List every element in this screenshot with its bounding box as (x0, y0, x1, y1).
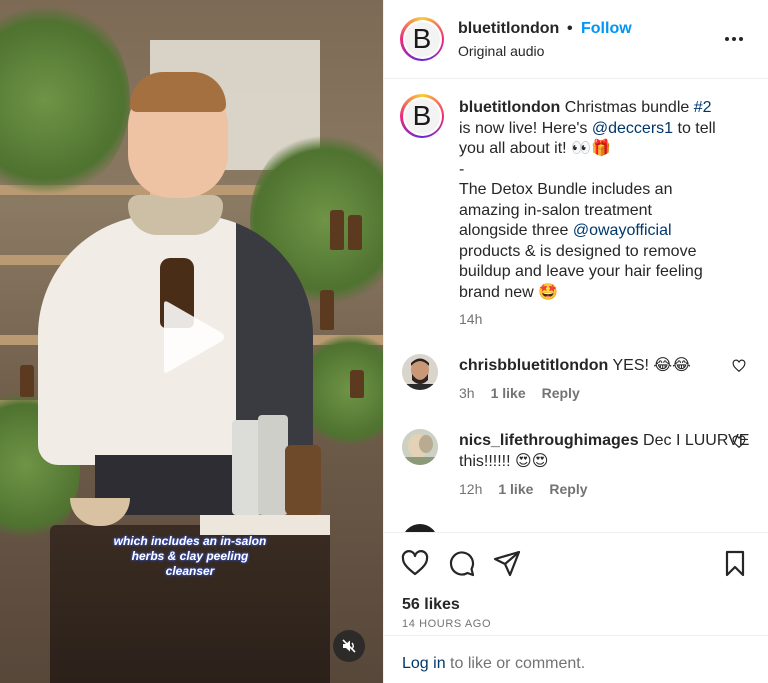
caption-line: herbs & clay peeling (131, 549, 249, 563)
mention-link[interactable]: @deccers1 (592, 120, 673, 137)
caption-line: The Detox Bundle includes an (459, 181, 673, 198)
caption-username[interactable]: bluetitlondon (459, 99, 560, 116)
video-bottle (20, 365, 34, 397)
video-product-tube (258, 415, 288, 515)
login-prompt: Log in to like or comment. (402, 655, 586, 672)
reel-video[interactable]: which includes an in-salon herbs & clay … (0, 0, 383, 683)
caption-line: buildup and leave your hair feeling (459, 263, 703, 280)
caption-line: brand new 🤩 (459, 283, 559, 301)
caption-line: amazing in-salon treatment (459, 201, 652, 219)
video-clay-bowl (70, 498, 130, 526)
comment-username[interactable]: nics_lifethroughimages (459, 432, 639, 449)
video-product-stand (200, 515, 330, 535)
audio-label[interactable]: Original audio (458, 43, 544, 59)
comment-like-heart-icon[interactable] (732, 359, 746, 373)
commenter-avatar[interactable] (402, 429, 438, 465)
caption-line: is now live! Here's @deccers1 to tell (459, 119, 716, 137)
video-bottle (320, 290, 334, 330)
post-age[interactable]: 14 HOURS AGO (402, 618, 491, 630)
mention-link[interactable]: @owayofficial (573, 222, 672, 239)
muted-speaker-icon (342, 639, 356, 653)
more-options-icon[interactable] (723, 30, 745, 48)
separator-dot: • (567, 20, 573, 37)
post-caption: bluetitlondon Christmas bundle #2 is now… (459, 98, 759, 303)
comment-bubble-icon[interactable] (446, 548, 476, 578)
account-avatar[interactable]: B (400, 17, 444, 61)
video-bottle (348, 215, 362, 250)
caption-line: bluetitlondon Christmas bundle #2 (459, 99, 712, 116)
caption-line: alongside three @owayofficial (459, 222, 672, 239)
video-product-jar (285, 445, 321, 515)
comments-section[interactable]: B bluetitlondon Christmas bundle #2 is n… (384, 80, 768, 532)
paper-plane-icon[interactable] (492, 548, 522, 578)
avatar-photo (402, 354, 438, 390)
header-username[interactable]: bluetitlondon (458, 20, 559, 38)
comment-likes[interactable]: 1 like (498, 481, 533, 497)
post-header: B bluetitlondon • Follow Original audio (384, 0, 768, 79)
login-bar: Log in to like or comment. (384, 635, 768, 683)
avatar-letter: B (404, 21, 440, 57)
likes-count[interactable]: 56 likes (402, 596, 460, 614)
comment-text: nics_lifethroughimages Dec I LUURVE this… (459, 431, 759, 472)
avatar-letter: B (404, 98, 440, 134)
heart-icon[interactable] (400, 548, 430, 578)
video-bottle (350, 370, 364, 398)
comment-text: chrisbbluetitlondon YES! 😂😂 (459, 357, 691, 374)
commenter-avatar[interactable] (402, 354, 438, 390)
video-plant (0, 0, 130, 200)
post-actions: 56 likes 14 HOURS AGO (384, 532, 768, 632)
commenter-avatar[interactable] (402, 524, 438, 532)
video-bottle (330, 210, 344, 250)
reply-button[interactable]: Reply (542, 385, 580, 401)
comment-meta: 12h 1 like Reply (459, 481, 588, 497)
caption-line: you all about it! 👀🎁 (459, 140, 611, 157)
comment-time[interactable]: 12h (459, 481, 482, 497)
video-caption: which includes an in-salon herbs & clay … (104, 534, 276, 579)
comment-time[interactable]: 3h (459, 385, 475, 401)
play-icon[interactable] (158, 300, 226, 374)
comment-line: this!!!!!! 😍😍 (459, 452, 549, 470)
caption-line: - (459, 160, 465, 178)
comment-username[interactable]: chrisbbluetitlondon (459, 357, 608, 374)
follow-button[interactable]: Follow (581, 20, 632, 38)
hashtag-link[interactable]: #2 (694, 99, 712, 116)
comment-line: nics_lifethroughimages Dec I LUURVE (459, 432, 750, 449)
bookmark-icon[interactable] (720, 548, 750, 578)
comment-likes[interactable]: 1 like (491, 385, 526, 401)
comment-meta: 3h 1 like Reply (459, 385, 580, 401)
post-panel: B bluetitlondon • Follow Original audio … (383, 0, 768, 683)
video-person-hair (130, 72, 226, 112)
comment-like-heart-icon[interactable] (732, 435, 746, 449)
caption-author-avatar[interactable]: B (400, 94, 444, 138)
reply-button[interactable]: Reply (549, 481, 587, 497)
avatar-photo (402, 429, 438, 465)
mute-toggle-button[interactable] (333, 630, 365, 662)
caption-line: which includes an in-salon (113, 534, 267, 548)
caption-time[interactable]: 14h (459, 311, 482, 327)
login-link[interactable]: Log in (402, 655, 446, 672)
caption-line: products & is designed to remove (459, 242, 697, 260)
caption-line: cleanser (165, 564, 215, 578)
video-person-collar (128, 195, 223, 235)
